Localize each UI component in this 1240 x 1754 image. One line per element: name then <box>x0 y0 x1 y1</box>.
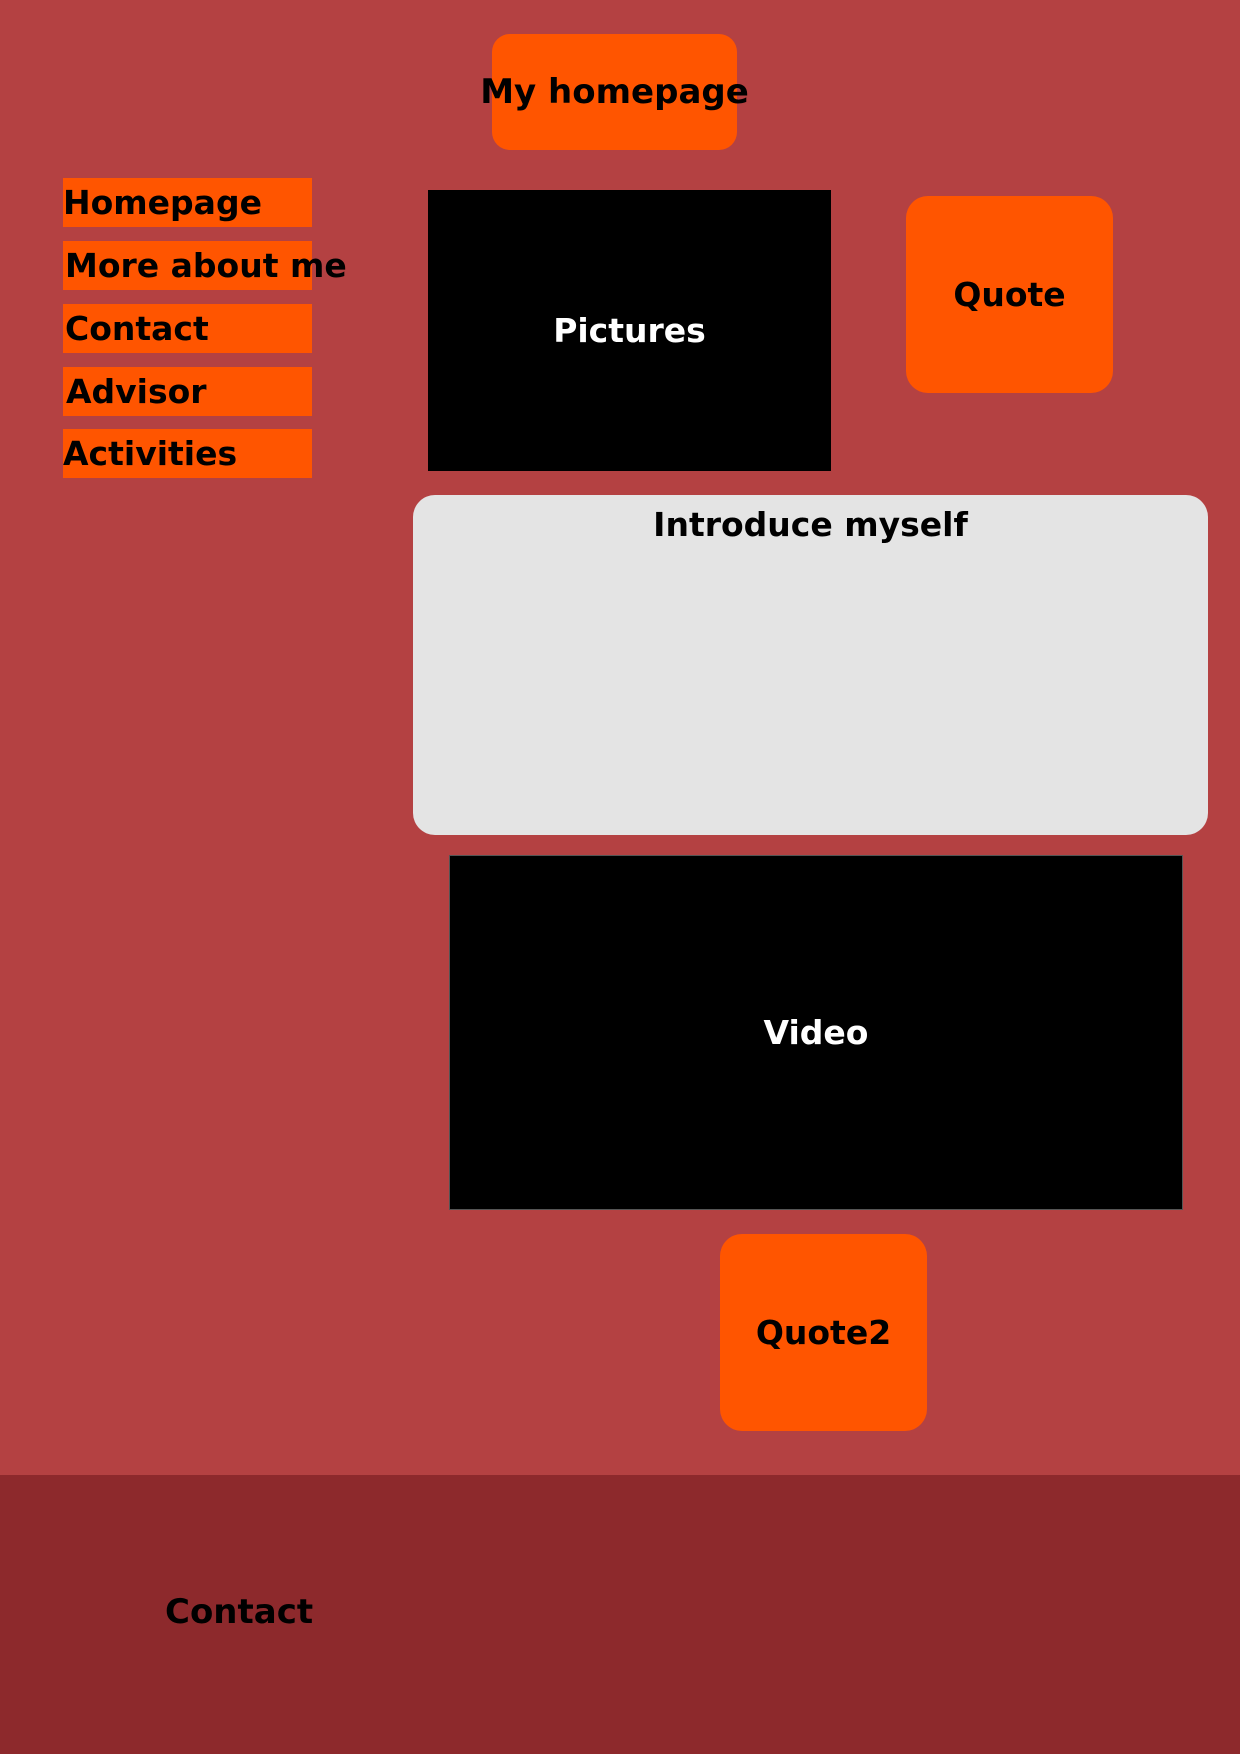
quote-box: Quote <box>906 196 1113 393</box>
intro-heading: Introduce myself <box>653 505 968 544</box>
video-label: Video <box>763 1013 869 1052</box>
nav-item-homepage[interactable]: Homepage <box>63 178 312 227</box>
nav-item-more-about-me[interactable]: More about me <box>63 241 347 290</box>
pictures-label: Pictures <box>553 311 706 350</box>
footer-contact-label: Contact <box>165 1592 314 1632</box>
intro-panel: Introduce myself <box>413 495 1208 835</box>
pictures-box: Pictures <box>428 190 831 471</box>
nav-item-contact[interactable]: Contact <box>63 304 312 353</box>
nav-item-activities[interactable]: Activities <box>63 429 312 478</box>
page-title: My homepage <box>480 34 749 150</box>
video-box[interactable]: Video <box>449 855 1183 1210</box>
quote-label: Quote <box>953 275 1066 314</box>
quote2-label: Quote2 <box>755 1313 892 1352</box>
nav-item-advisor[interactable]: Advisor <box>63 367 312 416</box>
quote2-box: Quote2 <box>720 1234 927 1431</box>
